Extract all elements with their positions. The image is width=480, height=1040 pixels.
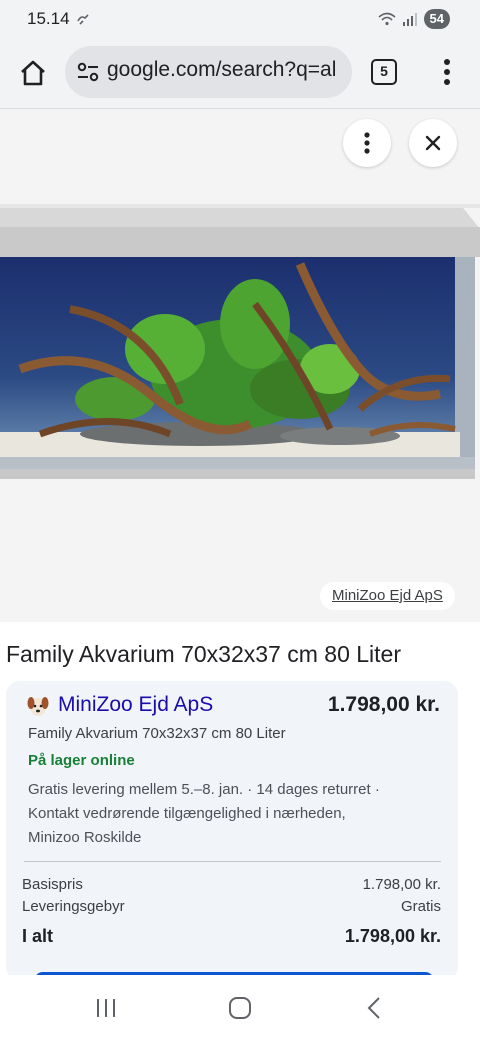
shipping-fee-label: Leveringsgebyr (22, 898, 125, 915)
browser-toolbar: google.com/search?q=al 5 (0, 38, 480, 108)
total-label: I alt (22, 926, 54, 946)
shipping-info: Gratis levering mellem 5.–8. jan. · 14 d… (28, 781, 380, 846)
site-settings-icon[interactable] (77, 62, 99, 82)
tabs-icon[interactable]: 5 (371, 59, 397, 85)
base-price-value: 1.798,00 kr. (362, 876, 441, 893)
base-price-label: Basispris (22, 876, 83, 893)
image-more-button[interactable] (343, 119, 391, 167)
recent-apps-icon[interactable] (95, 997, 117, 1019)
more-vert-icon[interactable] (437, 56, 457, 88)
store-logo-icon (27, 697, 49, 716)
system-nav-bar (0, 975, 480, 1040)
offer-price: 1.798,00 kr. (327, 693, 440, 716)
image-source-link[interactable]: MiniZoo Ejd ApS (320, 582, 455, 610)
url-text[interactable]: google.com/search?q=al (107, 58, 336, 82)
image-close-button[interactable] (409, 119, 457, 167)
store-row: MiniZoo Ejd ApS 1.798,00 kr. (26, 693, 440, 719)
image-viewer: MiniZoo Ejd ApS (0, 109, 480, 622)
status-bar: 15.14 54 (0, 0, 480, 38)
store-name-link[interactable]: MiniZoo Ejd ApS (58, 693, 213, 717)
status-indicators: 54 (378, 9, 450, 29)
shipping-fee-value: Gratis (400, 898, 441, 915)
battery-icon: 54 (423, 9, 450, 29)
sync-icon (77, 14, 89, 25)
offer-description: Family Akvarium 70x32x37 cm 80 Liter (28, 725, 286, 742)
back-icon[interactable] (365, 996, 383, 1020)
home-nav-icon[interactable] (228, 996, 252, 1020)
signal-icon (402, 13, 417, 26)
aquarium-image[interactable] (0, 194, 480, 499)
wifi-icon (378, 12, 396, 26)
address-bar[interactable]: google.com/search?q=al (65, 46, 352, 98)
stock-status: På lager online (28, 752, 135, 769)
home-icon[interactable] (18, 58, 48, 88)
status-time: 15.14 (27, 9, 70, 28)
product-title: Family Akvarium 70x32x37 cm 80 Liter (6, 641, 401, 667)
card-divider (24, 861, 441, 862)
close-icon (425, 135, 441, 151)
more-vert-icon (364, 132, 370, 154)
total-value: 1.798,00 kr. (344, 926, 441, 946)
offer-card[interactable]: MiniZoo Ejd ApS 1.798,00 kr. Family Akva… (6, 681, 458, 981)
